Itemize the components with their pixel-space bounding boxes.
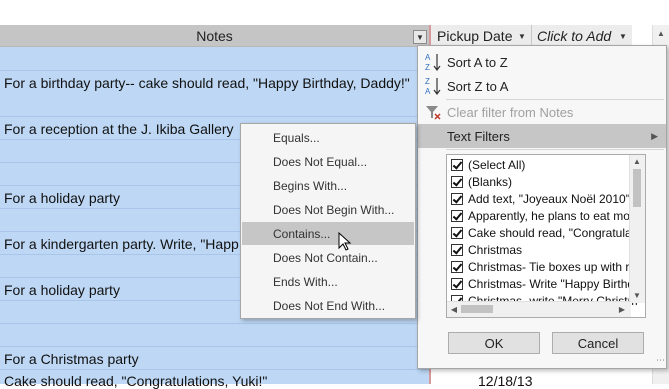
menu-item-label: Contains... xyxy=(273,226,331,241)
sort-a-to-z-item[interactable]: A Z Sort A to Z xyxy=(418,50,666,74)
menu-item-does-not-contain[interactable]: Does Not Contain... xyxy=(242,246,414,269)
column-header-pickup-date-label: Pickup Date xyxy=(437,27,513,44)
list-item[interactable]: Christmas- Write "Happy Birthd xyxy=(451,275,634,292)
table-row[interactable]: For a kindergarten party. Write, "Happ xyxy=(4,236,239,252)
list-item[interactable]: Christmas- Tie boxes up with ril xyxy=(451,258,635,275)
list-item-label: (Select All) xyxy=(468,157,526,172)
svg-text:Z: Z xyxy=(425,77,430,86)
column-header-pickup-date[interactable]: Pickup Date ▼ xyxy=(431,25,532,47)
list-item[interactable]: (Select All) xyxy=(451,156,525,173)
notes-filter-menu: A Z Sort A to Z Z A Sort Z to A Clear fi… xyxy=(417,45,667,369)
column-header-notes-label: Notes xyxy=(196,27,233,44)
list-item-label: Christmas- Tie boxes up with ril xyxy=(468,259,635,274)
scroll-right-icon[interactable]: ▶ xyxy=(615,305,629,314)
list-vertical-scrollbar[interactable]: ▲ ▼ xyxy=(629,155,645,303)
menu-item-label: Does Not End With... xyxy=(273,298,386,313)
menu-item-label: Does Not Contain... xyxy=(273,250,378,265)
row-divider xyxy=(0,116,429,117)
menu-item-does-not-equal[interactable]: Does Not Equal... xyxy=(242,150,414,173)
row-divider xyxy=(0,70,429,71)
table-row[interactable]: Cake should read, "Congratulations, Yuki… xyxy=(4,373,267,389)
text-filters-item[interactable]: Text Filters ▶ xyxy=(418,124,666,148)
row-divider xyxy=(0,346,429,347)
list-item-label: Cake should read, "Congratula xyxy=(468,225,632,240)
list-item[interactable]: (Blanks) xyxy=(451,173,512,190)
menu-item-contains[interactable]: Contains... xyxy=(242,222,414,245)
checkbox-checked-icon[interactable] xyxy=(451,243,463,256)
list-item-label: Christmas xyxy=(468,242,523,257)
sort-z-to-a-label: Sort Z to A xyxy=(447,78,509,94)
notes-filter-dropdown-icon[interactable]: ▼ xyxy=(413,30,427,44)
menu-item-does-not-end-with[interactable]: Does Not End With... xyxy=(242,294,414,317)
checkbox-checked-icon[interactable] xyxy=(451,175,463,188)
table-row[interactable]: For a holiday party xyxy=(4,190,120,206)
list-item-label: Christmas- Write "Happy Birthd xyxy=(468,276,635,291)
checkbox-checked-icon[interactable] xyxy=(451,209,463,222)
list-item[interactable]: Cake should read, "Congratula xyxy=(451,224,632,241)
top-bar xyxy=(0,0,669,25)
checkbox-checked-icon[interactable] xyxy=(451,277,463,290)
checkbox-checked-icon[interactable] xyxy=(451,158,463,171)
menu-item-ends-with[interactable]: Ends With... xyxy=(242,270,414,293)
sort-ascending-icon: A Z xyxy=(425,53,441,72)
menu-item-begins-with[interactable]: Begins With... xyxy=(242,174,414,197)
sort-descending-icon: Z A xyxy=(425,77,441,96)
mouse-pointer-icon xyxy=(338,232,352,251)
list-item[interactable]: Christmas xyxy=(451,241,522,258)
row-divider xyxy=(0,323,429,324)
scroll-left-icon[interactable]: ◀ xyxy=(447,305,461,314)
checkbox-checked-icon[interactable] xyxy=(451,192,463,205)
resize-grip-icon[interactable]: ⋯ xyxy=(656,355,665,366)
list-item[interactable]: Apparently, he plans to eat mo xyxy=(451,207,630,224)
filter-values-list[interactable]: (Select All) (Blanks) Add text, "Joyeaux… xyxy=(446,154,646,318)
clear-filter-label: Clear filter from Notes xyxy=(447,104,574,120)
menu-item-label: Ends With... xyxy=(273,274,338,289)
menu-item-label: Does Not Begin With... xyxy=(273,202,395,217)
text-filters-label: Text Filters xyxy=(447,128,510,144)
sort-z-to-a-item[interactable]: Z A Sort Z to A xyxy=(418,74,666,98)
cancel-button[interactable]: Cancel xyxy=(552,332,644,354)
clear-filter-icon xyxy=(426,106,441,120)
table-row[interactable]: For a birthday party-- cake should read,… xyxy=(4,75,410,91)
pickup-date-dropdown-icon[interactable]: ▼ xyxy=(516,30,528,42)
scroll-up-icon[interactable]: ▲ xyxy=(657,29,665,38)
column-header-notes[interactable]: Notes ▼ xyxy=(0,25,431,47)
svg-text:Z: Z xyxy=(425,63,430,72)
clear-filter-item[interactable]: Clear filter from Notes xyxy=(418,100,666,124)
list-horizontal-scrollbar[interactable]: ◀ ▶ xyxy=(447,301,631,317)
scroll-up-icon[interactable]: ▲ xyxy=(630,157,644,166)
svg-text:A: A xyxy=(425,53,431,62)
pickup-date-cell[interactable]: 12/18/13 xyxy=(478,373,533,389)
checkbox-checked-icon[interactable] xyxy=(451,260,463,273)
column-header-click-to-add[interactable]: Click to Add ▼ xyxy=(532,25,632,47)
menu-item-does-not-begin-with[interactable]: Does Not Begin With... xyxy=(242,198,414,221)
checkbox-checked-icon[interactable] xyxy=(451,226,463,239)
table-row[interactable]: For a holiday party xyxy=(4,282,120,298)
menu-item-label: Begins With... xyxy=(273,178,348,193)
list-item-label: (Blanks) xyxy=(468,174,513,189)
ok-button[interactable]: OK xyxy=(448,332,540,354)
scroll-down-icon[interactable]: ▼ xyxy=(630,291,644,300)
table-row[interactable]: For a Christmas party xyxy=(4,351,139,367)
svg-text:A: A xyxy=(425,87,431,96)
list-item-label: Add text, "Joyeaux Noël 2010" xyxy=(468,191,630,206)
menu-item-label: Equals... xyxy=(273,130,320,145)
menu-item-label: Does Not Equal... xyxy=(273,154,368,169)
list-item-label: Apparently, he plans to eat mo xyxy=(468,208,630,223)
menu-item-equals[interactable]: Equals... xyxy=(242,126,414,149)
table-row[interactable]: For a reception at the J. Ikiba Gallery xyxy=(4,121,234,137)
row-divider xyxy=(0,369,429,370)
scroll-thumb[interactable] xyxy=(461,305,493,313)
menu-separator xyxy=(446,149,664,150)
column-header-click-to-add-label: Click to Add xyxy=(537,27,612,44)
sort-a-to-z-label: Sort A to Z xyxy=(447,54,508,70)
scroll-thumb[interactable] xyxy=(633,169,641,207)
submenu-arrow-icon: ▶ xyxy=(651,130,658,141)
list-item[interactable]: Add text, "Joyeaux Noël 2010" xyxy=(451,190,630,207)
click-to-add-dropdown-icon[interactable]: ▼ xyxy=(617,30,629,42)
text-filters-submenu: Equals... Does Not Equal... Begins With.… xyxy=(240,123,416,319)
